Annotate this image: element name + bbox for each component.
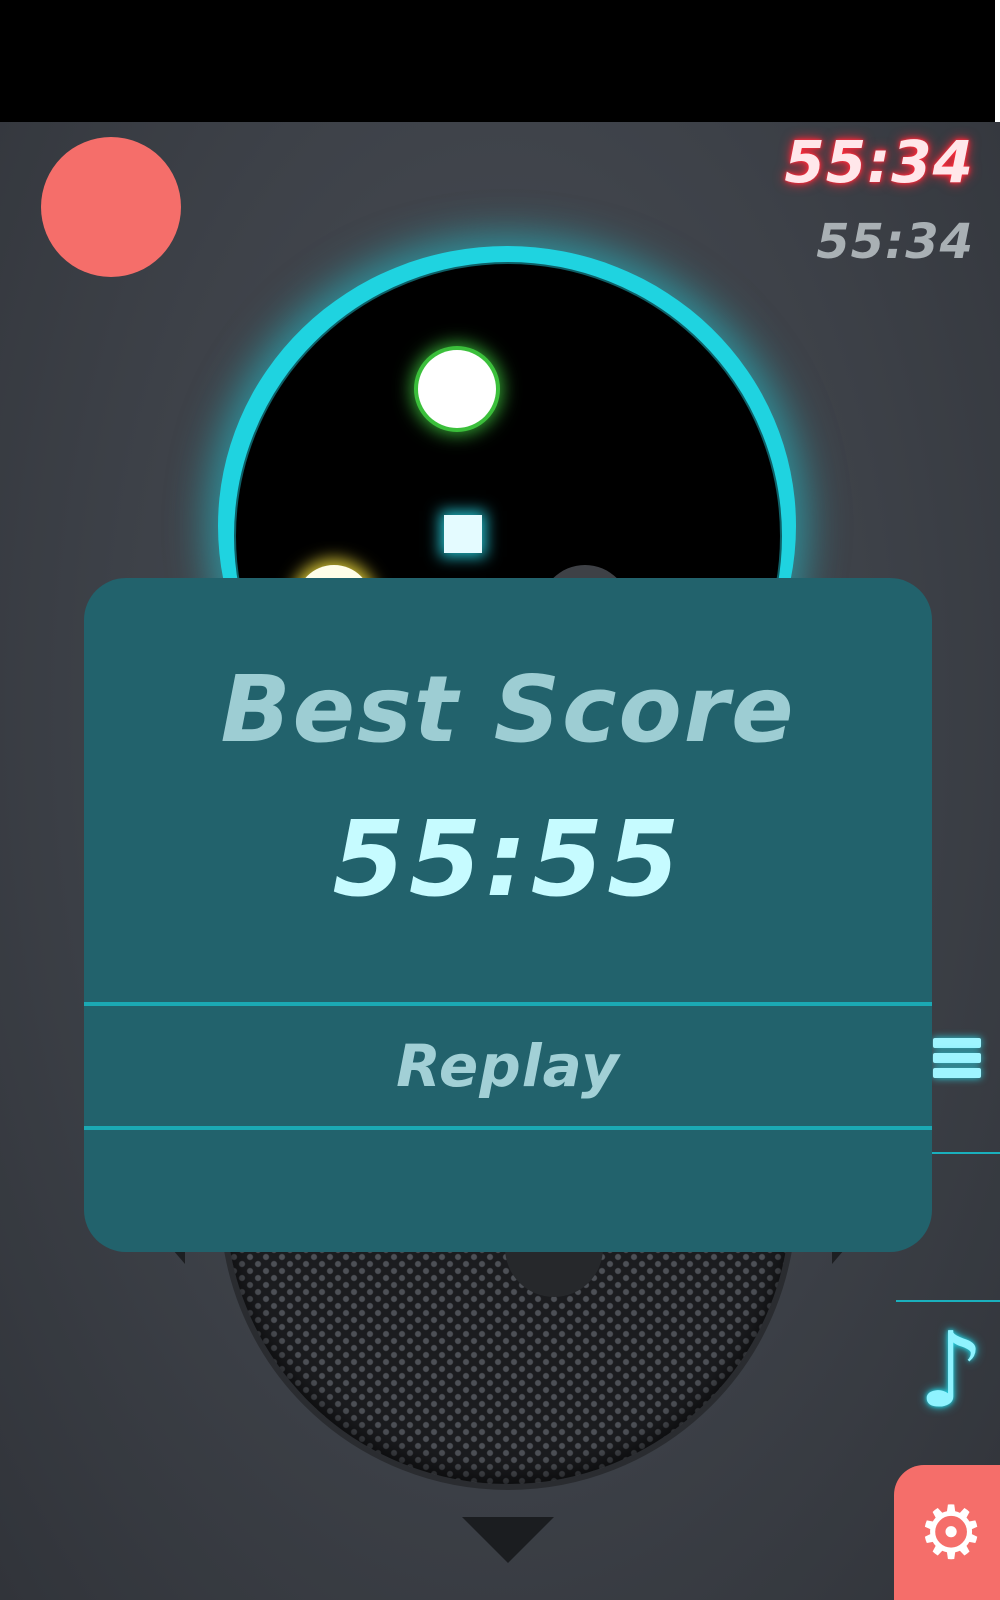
best-time: 55:34 (816, 214, 974, 270)
best-score-value: 55:55 (332, 798, 684, 920)
dialog-title: Best Score (220, 656, 796, 763)
record-indicator[interactable] (41, 137, 181, 277)
game-screen: 55:34 55:34 ♪ ⚙ Best Score 55:55 Replay (0, 0, 1000, 1600)
replay-button[interactable]: Replay (84, 1006, 932, 1126)
menu-icon[interactable] (933, 1038, 981, 1086)
arrow-down-icon[interactable] (462, 1517, 554, 1563)
menu-bar (933, 1038, 981, 1048)
right-notch-icon (832, 1250, 844, 1264)
side-divider (930, 1152, 1000, 1154)
dialog-divider (84, 1126, 932, 1130)
menu-bar (933, 1068, 981, 1078)
side-divider (896, 1300, 1000, 1302)
gear-icon[interactable]: ⚙ (918, 1496, 984, 1570)
green-orb (418, 350, 496, 428)
cyan-square-target (444, 515, 482, 553)
best-score-dialog: Best Score 55:55 Replay (84, 578, 932, 1252)
current-time: 55:34 (784, 128, 974, 196)
status-bar-edge (995, 0, 1000, 122)
menu-bar (933, 1053, 981, 1063)
music-note-icon[interactable]: ♪ (918, 1318, 984, 1422)
left-notch-icon (173, 1250, 185, 1264)
status-bar (0, 0, 995, 122)
